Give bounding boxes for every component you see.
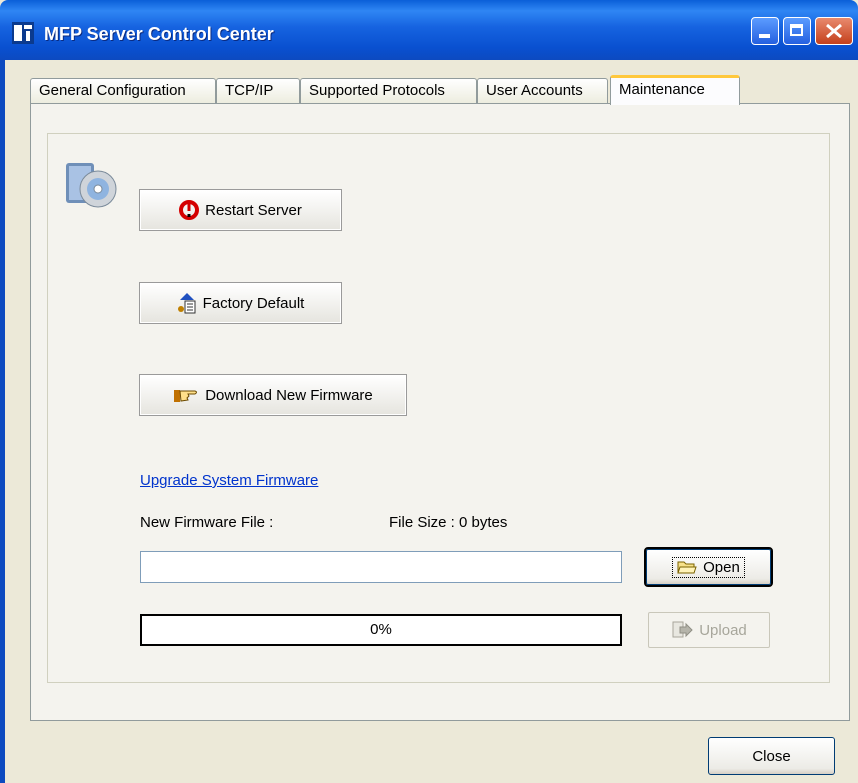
pointing-hand-icon: [174, 390, 198, 402]
factory-default-button[interactable]: Factory Default: [139, 282, 342, 324]
window-frame-left: [0, 60, 5, 783]
open-label: Open: [703, 558, 740, 576]
factory-default-icon: [177, 293, 196, 314]
tab-supported-protocols[interactable]: Supported Protocols: [300, 78, 477, 104]
download-firmware-label: Download New Firmware: [205, 386, 373, 404]
upload-arrow-icon: [672, 621, 693, 638]
close-label: Close: [752, 747, 791, 765]
factory-default-label: Factory Default: [202, 294, 305, 312]
restart-server-label: Restart Server: [205, 201, 302, 219]
upload-progress-bar: 0%: [140, 614, 622, 646]
close-icon: [826, 23, 842, 39]
open-focus-ring: Open: [672, 556, 745, 578]
tab-label: User Accounts: [486, 82, 583, 99]
new-firmware-file-label: New Firmware File :: [140, 514, 274, 531]
tab-label: TCP/IP: [225, 82, 274, 99]
open-button[interactable]: Open: [644, 547, 773, 587]
tab-label: Supported Protocols: [309, 82, 445, 99]
close-button[interactable]: Close: [708, 737, 835, 775]
app-icon: [12, 22, 34, 44]
upgrade-firmware-link[interactable]: Upgrade System Firmware: [140, 472, 318, 489]
upload-button[interactable]: Upload: [648, 612, 770, 648]
minimize-button[interactable]: [751, 17, 779, 45]
maintenance-disc-icon: [66, 163, 117, 208]
maximize-button[interactable]: [783, 17, 811, 45]
progress-text: 0%: [370, 621, 392, 638]
close-window-button[interactable]: [815, 17, 853, 45]
open-folder-icon: [677, 561, 697, 574]
tab-general-configuration[interactable]: General Configuration: [30, 78, 216, 104]
tab-tcpip[interactable]: TCP/IP: [216, 78, 300, 104]
tab-label: Maintenance: [619, 81, 705, 98]
tab-label: General Configuration: [39, 82, 186, 99]
file-size-label: File Size : 0 bytes: [389, 514, 508, 531]
tab-maintenance[interactable]: Maintenance: [610, 75, 740, 105]
tab-user-accounts[interactable]: User Accounts: [477, 78, 608, 104]
upload-label: Upload: [699, 621, 747, 639]
restart-icon: [179, 200, 200, 220]
restart-server-button[interactable]: Restart Server: [139, 189, 342, 231]
firmware-file-input[interactable]: [140, 551, 622, 583]
download-firmware-button[interactable]: Download New Firmware: [139, 374, 407, 416]
window-title: MFP Server Control Center: [44, 24, 274, 44]
title-bar[interactable]: MFP Server Control Center: [0, 0, 858, 60]
